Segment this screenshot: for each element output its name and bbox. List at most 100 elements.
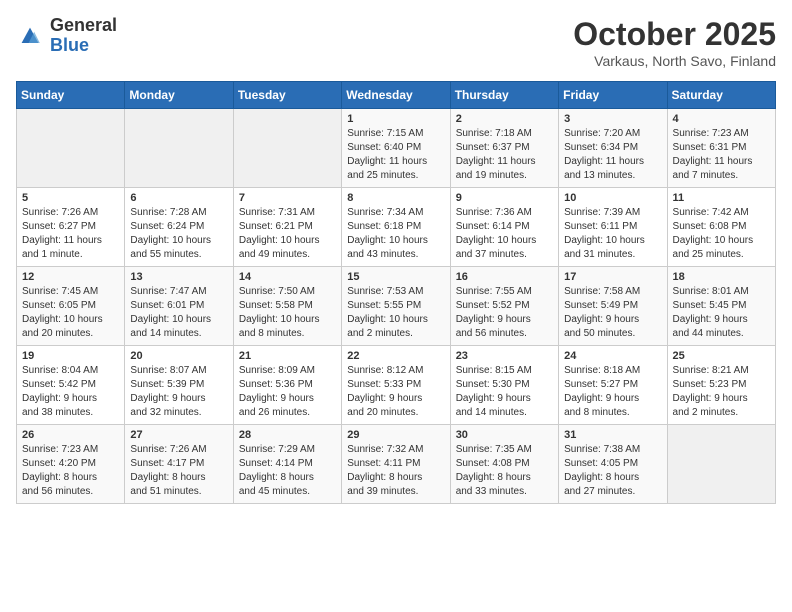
day-info: Sunrise: 7:55 AM Sunset: 5:52 PM Dayligh… <box>456 285 553 341</box>
calendar-cell: 19 Sunrise: 8:04 AM Sunset: 5:42 PM Dayli… <box>17 346 125 425</box>
month-title: October 2025 <box>573 16 776 53</box>
day-number: 12 <box>22 271 119 283</box>
day-number: 20 <box>130 350 227 362</box>
calendar-cell: 16 Sunrise: 7:55 AM Sunset: 5:52 PM Dayli… <box>450 267 558 346</box>
header-saturday: Saturday <box>667 82 775 109</box>
day-number: 13 <box>130 271 227 283</box>
calendar-cell: 17 Sunrise: 7:58 AM Sunset: 5:49 PM Dayli… <box>559 267 667 346</box>
calendar-cell: 11Sunrise: 7:42 AM Sunset: 6:08 PM Dayli… <box>667 188 775 267</box>
title-block: October 2025 Varkaus, North Savo, Finlan… <box>573 16 776 69</box>
logo-icon <box>16 22 44 50</box>
day-info: Sunrise: 7:28 AM Sunset: 6:24 PM Dayligh… <box>130 206 227 262</box>
header-row: SundayMondayTuesdayWednesdayThursdayFrid… <box>17 82 776 109</box>
calendar-cell: 26Sunrise: 7:23 AM Sunset: 4:20 PM Dayli… <box>17 425 125 504</box>
day-info: Sunrise: 7:39 AM Sunset: 6:11 PM Dayligh… <box>564 206 661 262</box>
day-info: Sunrise: 7:42 AM Sunset: 6:08 PM Dayligh… <box>673 206 770 262</box>
day-info: Sunrise: 8:12 AM Sunset: 5:33 PM Dayligh… <box>347 364 444 420</box>
day-info: Sunrise: 7:29 AM Sunset: 4:14 PM Dayligh… <box>239 443 336 499</box>
day-number: 19 <box>22 350 119 362</box>
calendar-week-row: 5Sunrise: 7:26 AM Sunset: 6:27 PM Daylig… <box>17 188 776 267</box>
calendar-cell: 14 Sunrise: 7:50 AM Sunset: 5:58 PM Dayli… <box>233 267 341 346</box>
calendar-cell: 2Sunrise: 7:18 AM Sunset: 6:37 PM Daylig… <box>450 109 558 188</box>
day-number: 1 <box>347 113 444 125</box>
day-number: 25 <box>673 350 770 362</box>
logo-text: General Blue <box>50 16 117 56</box>
header-tuesday: Tuesday <box>233 82 341 109</box>
day-number: 9 <box>456 192 553 204</box>
day-number: 26 <box>22 429 119 441</box>
calendar-body: 1 Sunrise: 7:15 AM Sunset: 6:40 PM Daylig… <box>17 109 776 504</box>
calendar-cell: 4 Sunrise: 7:23 AM Sunset: 6:31 PM Daylig… <box>667 109 775 188</box>
day-info: Sunrise: 7:20 AM Sunset: 6:34 PM Dayligh… <box>564 127 661 183</box>
day-info: Sunrise: 7:32 AM Sunset: 4:11 PM Dayligh… <box>347 443 444 499</box>
day-number: 8 <box>347 192 444 204</box>
day-number: 10 <box>564 192 661 204</box>
day-info: Sunrise: 8:15 AM Sunset: 5:30 PM Dayligh… <box>456 364 553 420</box>
day-info: Sunrise: 7:58 AM Sunset: 5:49 PM Dayligh… <box>564 285 661 341</box>
day-info: Sunrise: 8:01 AM Sunset: 5:45 PM Dayligh… <box>673 285 770 341</box>
calendar-cell: 8Sunrise: 7:34 AM Sunset: 6:18 PM Daylig… <box>342 188 450 267</box>
day-info: Sunrise: 7:47 AM Sunset: 6:01 PM Dayligh… <box>130 285 227 341</box>
day-number: 17 <box>564 271 661 283</box>
calendar-cell: 24 Sunrise: 8:18 AM Sunset: 5:27 PM Dayli… <box>559 346 667 425</box>
calendar-table: SundayMondayTuesdayWednesdayThursdayFrid… <box>16 81 776 504</box>
calendar-cell: 9 Sunrise: 7:36 AM Sunset: 6:14 PM Daylig… <box>450 188 558 267</box>
calendar-cell: 13 Sunrise: 7:47 AM Sunset: 6:01 PM Dayli… <box>125 267 233 346</box>
day-number: 22 <box>347 350 444 362</box>
day-info: Sunrise: 7:36 AM Sunset: 6:14 PM Dayligh… <box>456 206 553 262</box>
calendar-cell <box>233 109 341 188</box>
calendar-week-row: 12Sunrise: 7:45 AM Sunset: 6:05 PM Dayli… <box>17 267 776 346</box>
calendar-cell: 29 Sunrise: 7:32 AM Sunset: 4:11 PM Dayli… <box>342 425 450 504</box>
day-number: 27 <box>130 429 227 441</box>
calendar-cell: 28 Sunrise: 7:29 AM Sunset: 4:14 PM Dayli… <box>233 425 341 504</box>
day-number: 30 <box>456 429 553 441</box>
day-info: Sunrise: 7:50 AM Sunset: 5:58 PM Dayligh… <box>239 285 336 341</box>
day-info: Sunrise: 7:53 AM Sunset: 5:55 PM Dayligh… <box>347 285 444 341</box>
day-info: Sunrise: 8:04 AM Sunset: 5:42 PM Dayligh… <box>22 364 119 420</box>
calendar-week-row: 1 Sunrise: 7:15 AM Sunset: 6:40 PM Daylig… <box>17 109 776 188</box>
day-info: Sunrise: 7:26 AM Sunset: 4:17 PM Dayligh… <box>130 443 227 499</box>
calendar-week-row: 19 Sunrise: 8:04 AM Sunset: 5:42 PM Dayli… <box>17 346 776 425</box>
calendar-cell: 12Sunrise: 7:45 AM Sunset: 6:05 PM Dayli… <box>17 267 125 346</box>
day-number: 16 <box>456 271 553 283</box>
day-info: Sunrise: 8:18 AM Sunset: 5:27 PM Dayligh… <box>564 364 661 420</box>
calendar-cell: 18 Sunrise: 8:01 AM Sunset: 5:45 PM Dayli… <box>667 267 775 346</box>
location: Varkaus, North Savo, Finland <box>573 53 776 69</box>
header-wednesday: Wednesday <box>342 82 450 109</box>
day-info: Sunrise: 8:07 AM Sunset: 5:39 PM Dayligh… <box>130 364 227 420</box>
calendar-cell: 1 Sunrise: 7:15 AM Sunset: 6:40 PM Daylig… <box>342 109 450 188</box>
day-number: 21 <box>239 350 336 362</box>
calendar-cell: 23Sunrise: 8:15 AM Sunset: 5:30 PM Dayli… <box>450 346 558 425</box>
logo-general: General <box>50 16 117 36</box>
calendar-cell: 3 Sunrise: 7:20 AM Sunset: 6:34 PM Daylig… <box>559 109 667 188</box>
calendar-cell: 27 Sunrise: 7:26 AM Sunset: 4:17 PM Dayli… <box>125 425 233 504</box>
header-thursday: Thursday <box>450 82 558 109</box>
calendar-cell: 6Sunrise: 7:28 AM Sunset: 6:24 PM Daylig… <box>125 188 233 267</box>
day-number: 29 <box>347 429 444 441</box>
day-info: Sunrise: 8:09 AM Sunset: 5:36 PM Dayligh… <box>239 364 336 420</box>
logo-blue: Blue <box>50 36 117 56</box>
day-number: 24 <box>564 350 661 362</box>
calendar-cell <box>667 425 775 504</box>
header-friday: Friday <box>559 82 667 109</box>
day-number: 31 <box>564 429 661 441</box>
day-number: 18 <box>673 271 770 283</box>
day-info: Sunrise: 7:15 AM Sunset: 6:40 PM Dayligh… <box>347 127 444 183</box>
day-number: 3 <box>564 113 661 125</box>
header-monday: Monday <box>125 82 233 109</box>
calendar-cell: 20 Sunrise: 8:07 AM Sunset: 5:39 PM Dayli… <box>125 346 233 425</box>
calendar-cell: 15Sunrise: 7:53 AM Sunset: 5:55 PM Dayli… <box>342 267 450 346</box>
day-number: 28 <box>239 429 336 441</box>
day-number: 4 <box>673 113 770 125</box>
day-number: 5 <box>22 192 119 204</box>
calendar-cell: 7Sunrise: 7:31 AM Sunset: 6:21 PM Daylig… <box>233 188 341 267</box>
calendar-cell <box>125 109 233 188</box>
day-number: 14 <box>239 271 336 283</box>
day-info: Sunrise: 7:38 AM Sunset: 4:05 PM Dayligh… <box>564 443 661 499</box>
day-info: Sunrise: 7:23 AM Sunset: 6:31 PM Dayligh… <box>673 127 770 183</box>
day-info: Sunrise: 7:31 AM Sunset: 6:21 PM Dayligh… <box>239 206 336 262</box>
calendar-cell: 31 Sunrise: 7:38 AM Sunset: 4:05 PM Dayli… <box>559 425 667 504</box>
day-number: 2 <box>456 113 553 125</box>
calendar-header: SundayMondayTuesdayWednesdayThursdayFrid… <box>17 82 776 109</box>
calendar-cell <box>17 109 125 188</box>
